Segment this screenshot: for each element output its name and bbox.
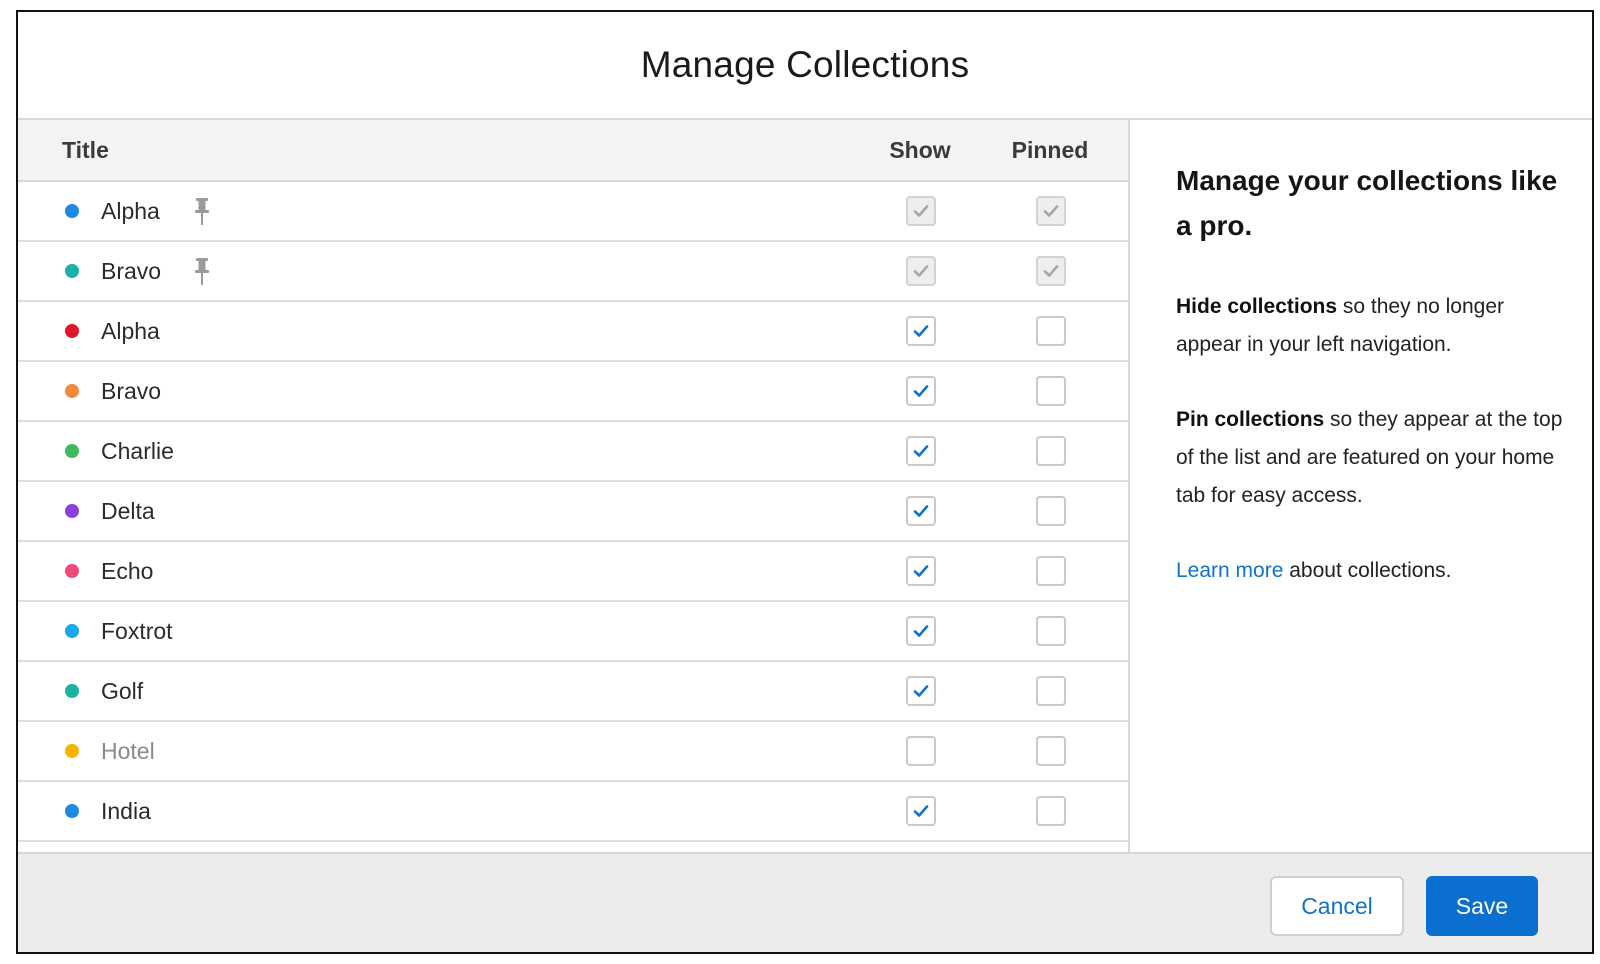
table-row: Alpha — [18, 182, 1128, 242]
pinned-checkbox[interactable] — [1036, 676, 1066, 706]
collection-color-dot — [65, 504, 79, 518]
show-checkbox[interactable] — [906, 556, 936, 586]
collection-title: Hotel — [101, 738, 155, 764]
collection-color-dot — [65, 264, 79, 278]
table-row: Hotel — [18, 722, 1128, 782]
checkmark-icon — [913, 805, 929, 817]
table-row: Bravo — [18, 242, 1128, 302]
table-body: Alpha Bravo Alpha Bravo Charlie Delta Echo Foxt… — [18, 182, 1128, 842]
collection-color-dot — [65, 624, 79, 638]
collection-color-dot — [65, 564, 79, 578]
pinned-checkbox[interactable] — [1036, 616, 1066, 646]
show-checkbox[interactable] — [906, 376, 936, 406]
checkmark-icon — [913, 325, 929, 337]
checkmark-icon — [913, 445, 929, 457]
info-pin-paragraph: Pin collections so they appear at the to… — [1176, 401, 1566, 515]
checkmark-icon — [913, 385, 929, 397]
table-row: Charlie — [18, 422, 1128, 482]
cancel-button[interactable]: Cancel — [1270, 876, 1404, 936]
checkmark-icon — [913, 205, 929, 217]
info-heading: Manage your collections like a pro. — [1176, 165, 1558, 241]
dialog-header: Manage Collections — [18, 12, 1592, 120]
collection-title: India — [101, 798, 151, 824]
column-header-show: Show — [889, 137, 951, 163]
dialog-footer: Cancel Save — [18, 852, 1592, 952]
collection-color-dot — [65, 204, 79, 218]
collection-title: Alpha — [101, 318, 160, 344]
show-checkbox[interactable] — [906, 676, 936, 706]
show-checkbox[interactable] — [906, 736, 936, 766]
pinned-checkbox — [1036, 256, 1066, 286]
table-row: Golf — [18, 662, 1128, 722]
info-learn-text: about collections. — [1283, 559, 1452, 582]
table-row: Bravo — [18, 362, 1128, 422]
show-checkbox[interactable] — [906, 616, 936, 646]
show-checkbox[interactable] — [906, 496, 936, 526]
pin-icon — [195, 198, 209, 225]
collection-title: Delta — [101, 498, 155, 524]
pinned-checkbox[interactable] — [1036, 496, 1066, 526]
show-checkbox[interactable] — [906, 796, 936, 826]
table-row: Alpha — [18, 302, 1128, 362]
pinned-checkbox[interactable] — [1036, 376, 1066, 406]
pinned-checkbox[interactable] — [1036, 556, 1066, 586]
checkmark-icon — [913, 565, 929, 577]
checkmark-icon — [913, 685, 929, 697]
info-panel: Manage your collections like a pro. Hide… — [1130, 120, 1592, 852]
collection-title: Alpha — [101, 198, 160, 224]
pinned-checkbox — [1036, 196, 1066, 226]
collection-color-dot — [65, 744, 79, 758]
collection-color-dot — [65, 384, 79, 398]
collection-title: Golf — [101, 678, 144, 704]
table-header: Title Show Pinned — [18, 120, 1128, 182]
checkmark-icon — [913, 625, 929, 637]
collection-color-dot — [65, 804, 79, 818]
collections-table: Title Show Pinned Alpha Bravo Alpha Bravo Ch… — [18, 120, 1130, 852]
collection-color-dot — [65, 444, 79, 458]
table-row: India — [18, 782, 1128, 842]
checkmark-icon — [1043, 205, 1059, 217]
table-row: Delta — [18, 482, 1128, 542]
collection-title: Echo — [101, 558, 154, 584]
collection-title: Bravo — [101, 258, 162, 284]
collection-title: Bravo — [101, 378, 162, 404]
show-checkbox[interactable] — [906, 316, 936, 346]
table-row: Foxtrot — [18, 602, 1128, 662]
show-checkbox — [906, 256, 936, 286]
collection-title: Charlie — [101, 438, 174, 464]
pin-icon — [195, 258, 209, 285]
checkmark-icon — [1043, 265, 1059, 277]
collection-color-dot — [65, 684, 79, 698]
column-header-pinned: Pinned — [1011, 137, 1089, 163]
info-pin-bold: Pin collections — [1176, 408, 1325, 431]
dialog-title: Manage Collections — [640, 44, 970, 85]
column-header-title: Title — [62, 137, 109, 163]
learn-more-link[interactable]: Learn more — [1176, 559, 1283, 582]
checkmark-icon — [913, 505, 929, 517]
table-row: Echo — [18, 542, 1128, 602]
manage-collections-dialog: Manage Collections Title Show Pinned Alp… — [16, 10, 1594, 954]
collection-color-dot — [65, 324, 79, 338]
pinned-checkbox[interactable] — [1036, 436, 1066, 466]
info-learn-paragraph: Learn more about collections. — [1176, 552, 1566, 590]
show-checkbox[interactable] — [906, 436, 936, 466]
checkmark-icon — [913, 265, 929, 277]
save-button[interactable]: Save — [1426, 876, 1538, 936]
collection-title: Foxtrot — [101, 618, 173, 644]
info-hide-bold: Hide collections — [1176, 295, 1338, 318]
show-checkbox — [906, 196, 936, 226]
info-hide-paragraph: Hide collections so they no longer appea… — [1176, 288, 1566, 364]
pinned-checkbox[interactable] — [1036, 316, 1066, 346]
pinned-checkbox[interactable] — [1036, 736, 1066, 766]
pinned-checkbox[interactable] — [1036, 796, 1066, 826]
